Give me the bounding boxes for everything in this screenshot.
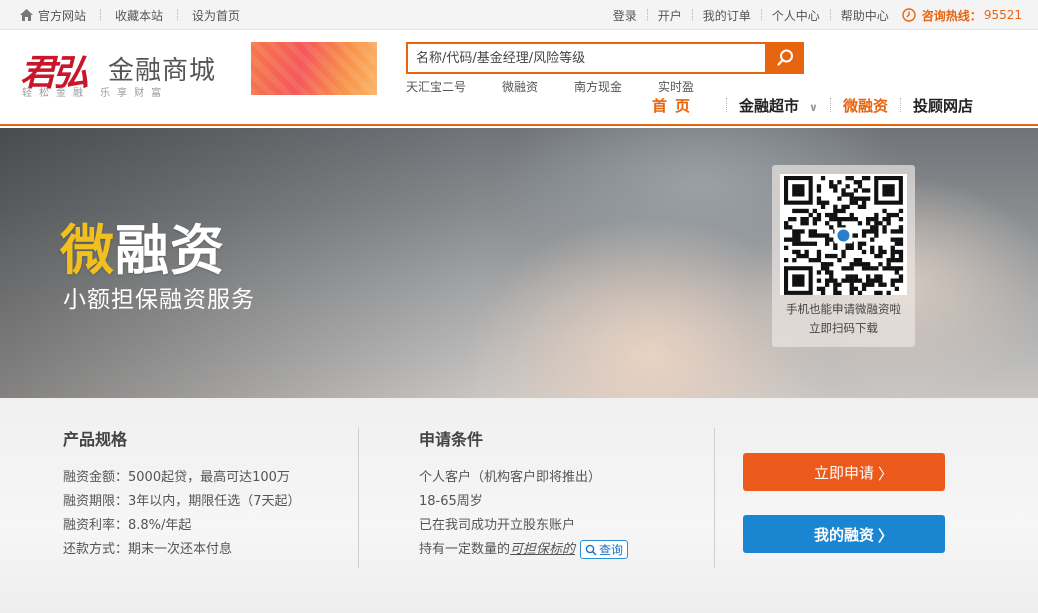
apply-now-label: 立即申请 [813, 463, 874, 482]
condition-line-collateral: 持有一定数量的可担保标的 查询 [419, 538, 629, 562]
logo-name: 金融商城 [108, 56, 217, 86]
logo-slogan: 轻松金融 乐享财富 [22, 88, 169, 99]
hotword-item[interactable]: 南方现金 [574, 78, 622, 95]
nav-advisor-shop[interactable]: 投顾网店 [913, 95, 973, 116]
banner-subtitle: 小额担保融资服务 [63, 287, 255, 313]
clock-icon [902, 8, 916, 22]
open-account-link[interactable]: 开户 [658, 7, 682, 24]
main-nav: 首页 金融超市 ∨ 微融资 投顾网店 [652, 94, 973, 116]
promo-banner[interactable] [251, 42, 377, 95]
hero-banner: 微融资 小额担保融资服务 手机也能申请微融资啦 立即扫码下载 [0, 128, 1038, 398]
chevron-down-icon: ∨ [809, 100, 818, 114]
qr-code-graphic [784, 176, 904, 295]
top-utility-bar: 官方网站 收藏本站 设为首页 登录 开户 我的订单 个人中心 帮助中心 咨询热线… [0, 0, 1038, 30]
divider [100, 9, 102, 21]
apply-conditions-section: 申请条件 个人客户（机构客户即将推出） 18-65周岁 已在我司成功开立股东账户… [419, 426, 629, 562]
help-center-link[interactable]: 帮助中心 [841, 7, 889, 24]
banner-title: 微融资 [60, 206, 225, 285]
qr-download-card: 手机也能申请微融资啦 立即扫码下载 [772, 165, 915, 347]
hotword-item[interactable]: 实时盈 [658, 78, 694, 95]
hotline-label: 咨询热线： [921, 8, 982, 23]
divider [899, 98, 901, 112]
bookmark-site-link[interactable]: 收藏本站 [115, 7, 163, 24]
hotword-item[interactable]: 微融资 [502, 78, 538, 95]
spec-line: 融资利率：8.8%/年起 [63, 518, 192, 533]
qr-code[interactable] [780, 174, 907, 295]
nav-financial-market[interactable]: 金融超市 ∨ [739, 95, 818, 116]
my-financing-label: 我的融资 [813, 525, 874, 544]
nav-financial-market-label: 金融超市 [739, 96, 800, 115]
apply-now-button[interactable]: 立即申请 〉 [743, 453, 945, 491]
nav-micro-financing[interactable]: 微融资 [843, 95, 888, 116]
divider [895, 9, 896, 21]
personal-center-link[interactable]: 个人中心 [772, 7, 820, 24]
spec-line: 还款方式：期末一次还本付息 [63, 542, 233, 557]
hotline: 咨询热线： 95521 [902, 7, 1022, 24]
product-spec-title: 产品规格 [63, 430, 128, 449]
section-divider [358, 428, 359, 568]
my-financing-button[interactable]: 我的融资 〉 [743, 515, 945, 553]
section-divider [714, 428, 715, 568]
hotline-number: 95521 [983, 8, 1022, 22]
set-homepage-link[interactable]: 设为首页 [192, 7, 240, 24]
divider [829, 9, 831, 21]
site-logo[interactable]: 君弘 金融商城 轻松金融 乐享财富 [20, 44, 235, 104]
divider [760, 9, 762, 21]
condition-prefix: 持有一定数量的 [419, 542, 511, 557]
divider [829, 98, 831, 112]
divider [177, 9, 179, 21]
magnifier-icon [585, 544, 597, 556]
product-spec-section: 产品规格 融资金额：5000起贷，最高可达100万 融资期限：3年以内，期限任选… [63, 426, 301, 562]
product-info-panel: 产品规格 融资金额：5000起贷，最高可达100万 融资期限：3年以内，期限任选… [0, 398, 1038, 613]
topbar-right-links: 登录 开户 我的订单 个人中心 帮助中心 咨询热线： 95521 [613, 0, 1022, 30]
query-button[interactable]: 查询 [580, 540, 629, 559]
my-orders-link[interactable]: 我的订单 [703, 7, 751, 24]
condition-line: 18-65周岁 [419, 494, 483, 509]
search-icon [776, 49, 793, 66]
query-label: 查询 [599, 542, 624, 557]
collateral-link[interactable]: 可担保标的 [510, 542, 575, 557]
chevron-right-icon: 〉 [877, 465, 893, 483]
spec-line: 融资金额：5000起贷，最高可达100万 [63, 470, 290, 485]
banner-title-rest: 融资 [115, 219, 225, 282]
condition-line: 已在我司成功开立股东账户 [419, 518, 576, 533]
search-bar [406, 42, 804, 74]
site-header: 君弘 金融商城 轻松金融 乐享财富 天汇宝二号 微融资 南方现金 实时盈 首页 … [0, 30, 1038, 126]
divider [691, 9, 693, 21]
apply-conditions-title: 申请条件 [419, 430, 484, 449]
banner-title-accent: 微 [60, 219, 115, 282]
qr-caption-line-1: 手机也能申请微融资啦 [786, 302, 901, 316]
divider [646, 9, 648, 21]
hot-search-words: 天汇宝二号 微融资 南方现金 实时盈 [406, 78, 730, 95]
qr-caption-line-2: 立即扫码下载 [809, 321, 878, 335]
official-site-label: 官方网站 [38, 8, 87, 23]
search-input[interactable] [406, 42, 765, 74]
topbar-left-links: 官方网站 收藏本站 设为首页 [20, 0, 240, 30]
home-icon [20, 9, 33, 21]
divider [726, 98, 728, 112]
condition-line: 个人客户（机构客户即将推出） [419, 470, 602, 485]
login-link[interactable]: 登录 [613, 7, 637, 24]
spec-line: 融资期限：3年以内，期限任选（7天起） [63, 494, 301, 509]
search-button[interactable] [765, 42, 804, 74]
official-site-link[interactable]: 官方网站 [20, 7, 86, 24]
chevron-right-icon: 〉 [877, 527, 893, 545]
nav-home[interactable]: 首页 [652, 95, 698, 116]
hotword-item[interactable]: 天汇宝二号 [406, 78, 466, 95]
